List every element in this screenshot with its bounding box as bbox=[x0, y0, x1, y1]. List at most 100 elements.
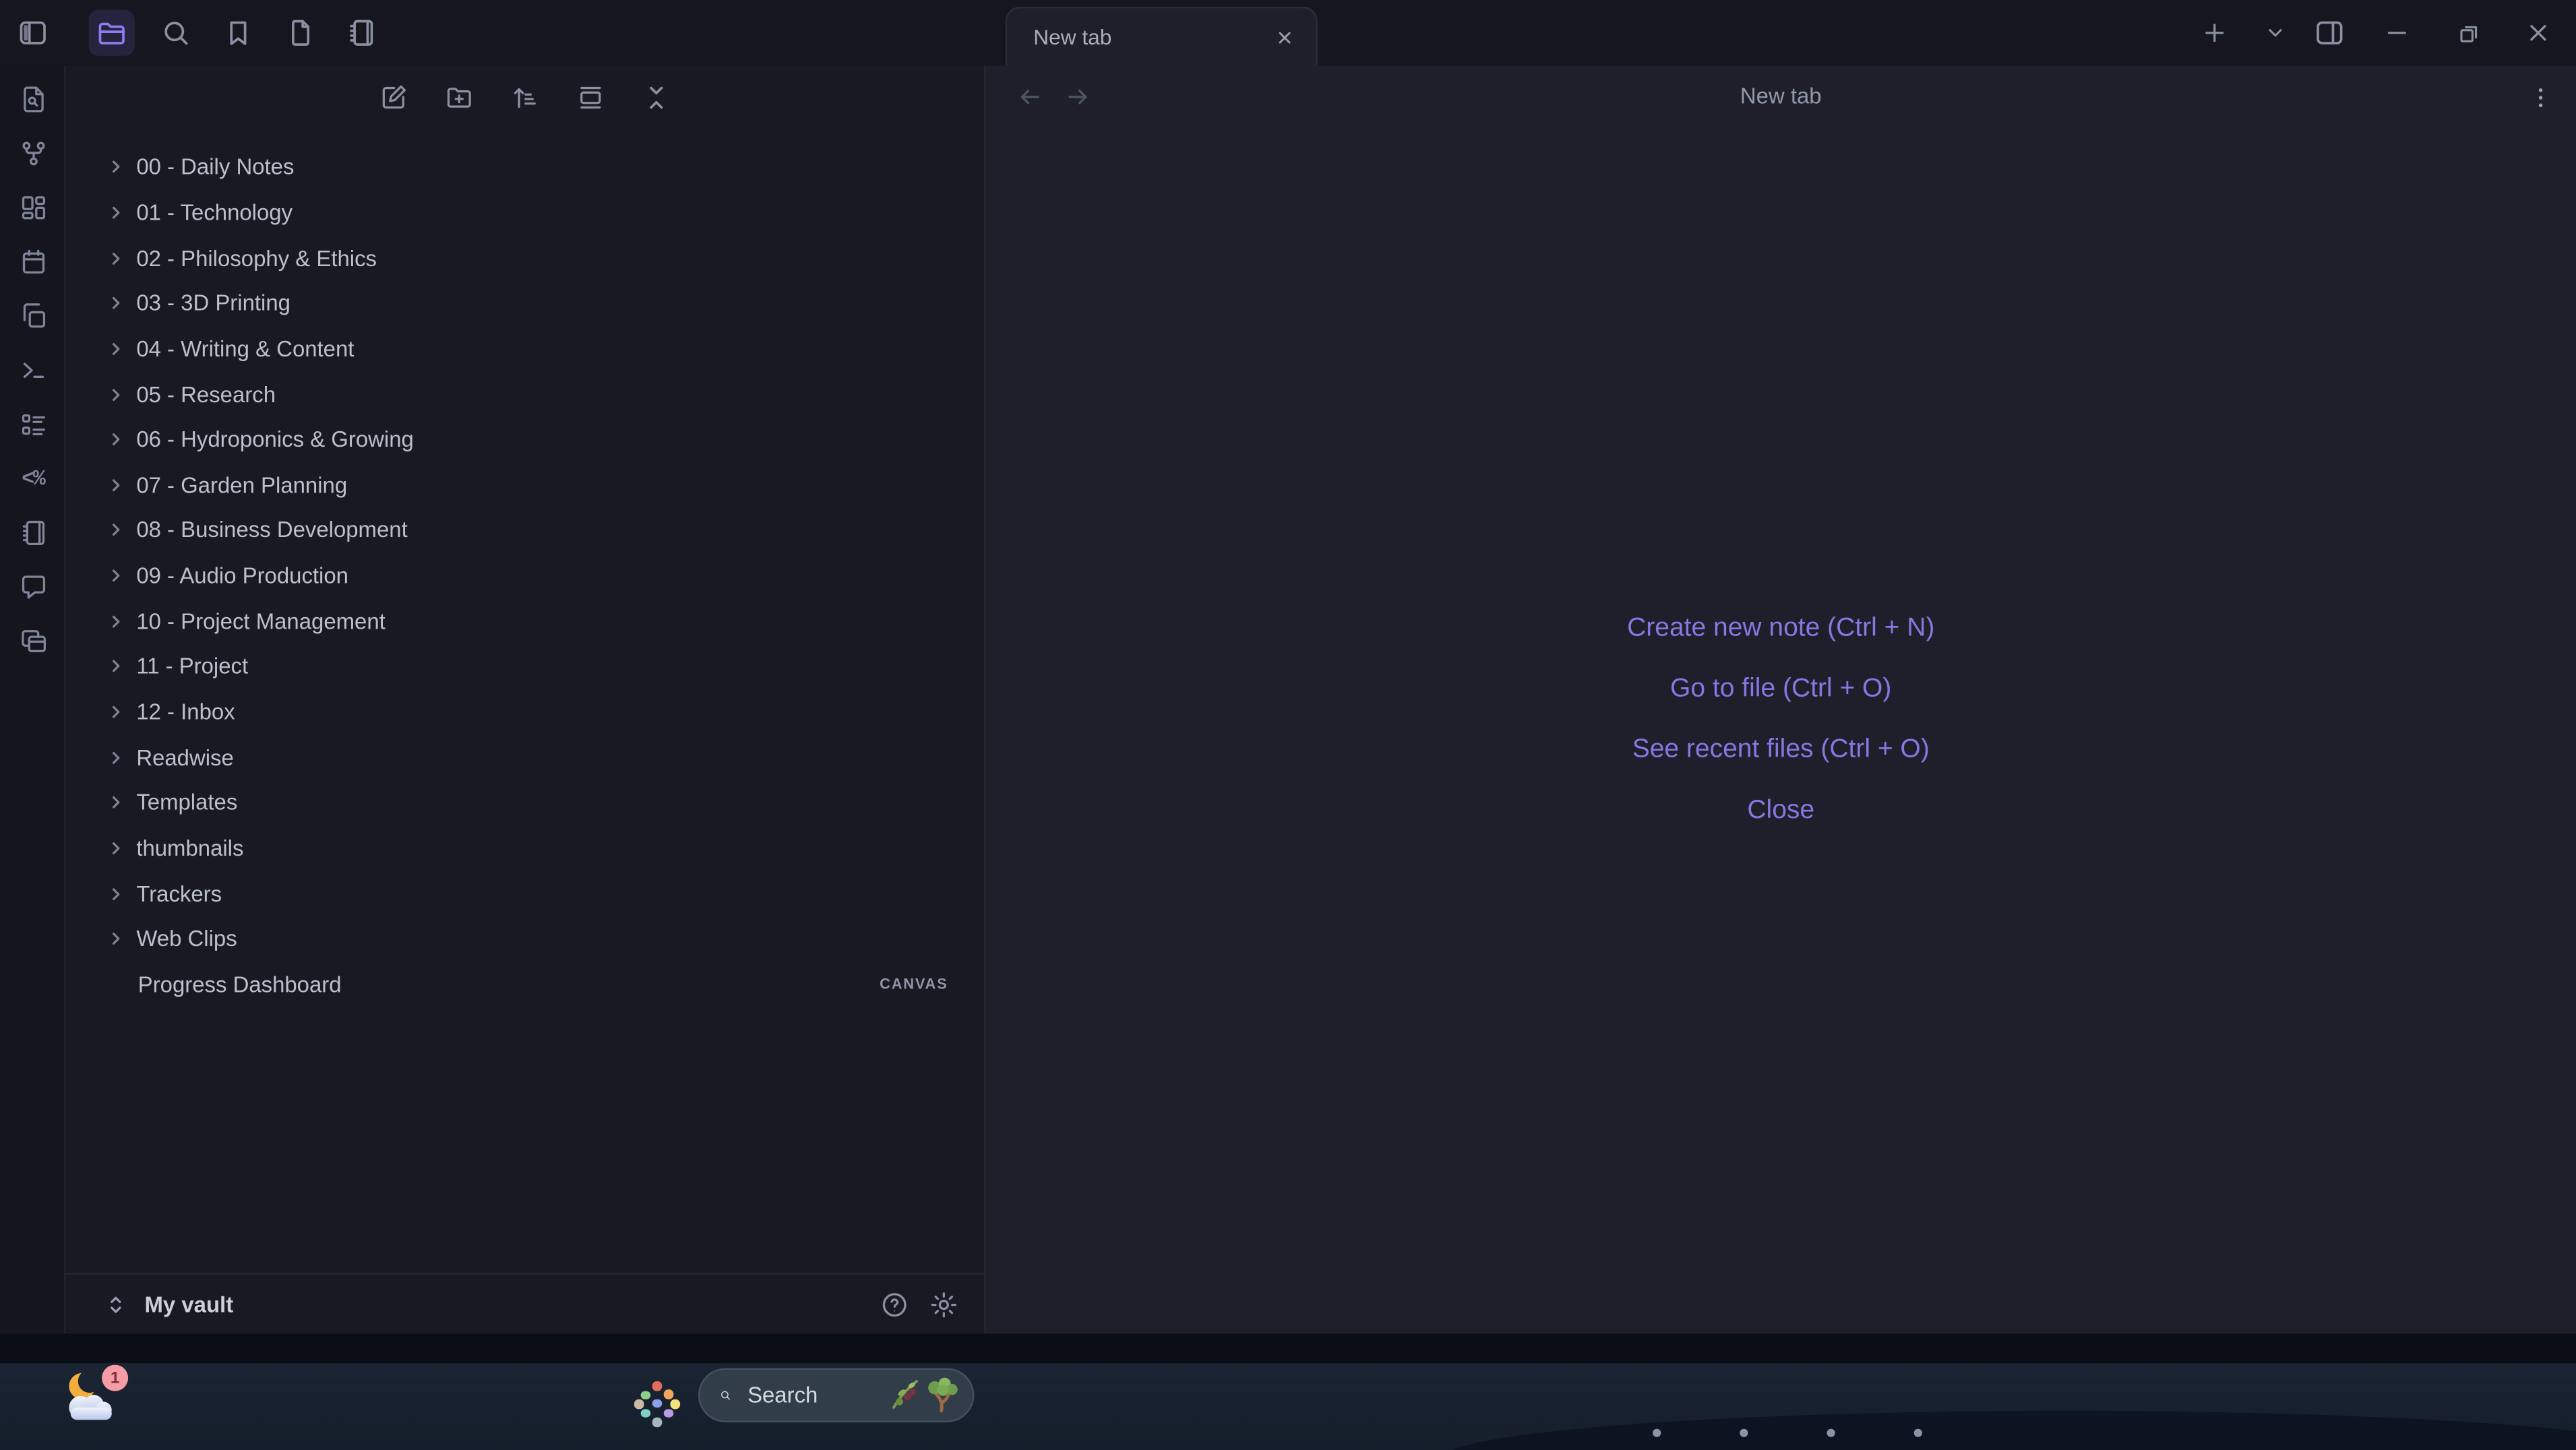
navigate-back-button[interactable] bbox=[1007, 74, 1053, 120]
folder-item[interactable]: Templates bbox=[66, 780, 985, 825]
start-dot bbox=[634, 1399, 643, 1408]
taskbar-search[interactable] bbox=[698, 1367, 975, 1421]
ribbon-comment-button[interactable] bbox=[10, 563, 56, 609]
search-input[interactable] bbox=[744, 1381, 889, 1408]
start-dot bbox=[671, 1399, 679, 1408]
sidebar-tab-bookmarks[interactable] bbox=[215, 10, 261, 56]
folder-label: 00 - Daily Notes bbox=[136, 155, 294, 180]
folder-item[interactable]: 10 - Project Management bbox=[66, 598, 985, 643]
folder-label: 07 - Garden Planning bbox=[136, 473, 347, 498]
change-view-button[interactable] bbox=[568, 75, 613, 120]
left-ribbon: <% bbox=[0, 66, 66, 1334]
ribbon-templater-button[interactable]: <% bbox=[10, 455, 56, 501]
ribbon-dashboard-button[interactable] bbox=[10, 184, 56, 230]
more-options-button[interactable] bbox=[2517, 74, 2563, 120]
go-to-file-link[interactable]: Go to file (Ctrl + O) bbox=[986, 658, 2576, 719]
folder-item[interactable]: 11 - Project bbox=[66, 644, 985, 689]
sidebar-tab-search[interactable] bbox=[153, 10, 199, 56]
tab-close-button[interactable] bbox=[1266, 19, 1303, 55]
tree-icon bbox=[925, 1377, 959, 1413]
start-dot bbox=[641, 1408, 650, 1417]
folder-item[interactable]: 05 - Research bbox=[66, 371, 985, 416]
ribbon-terminal-button[interactable] bbox=[10, 346, 56, 392]
folder-label: 03 - 3D Printing bbox=[136, 291, 290, 316]
start-dot bbox=[641, 1390, 650, 1399]
help-button[interactable] bbox=[872, 1283, 915, 1325]
settings-button[interactable] bbox=[921, 1283, 964, 1325]
obsidian-window: New tab bbox=[0, 0, 2576, 1333]
ribbon-window-copy-button[interactable] bbox=[10, 618, 56, 664]
right-sidebar-toggle-button[interactable] bbox=[2306, 10, 2352, 56]
folder-item[interactable]: 12 - Inbox bbox=[66, 689, 985, 734]
folder-label: 08 - Business Development bbox=[136, 518, 407, 543]
navigate-forward-button[interactable] bbox=[1055, 74, 1101, 120]
chevron-right-icon bbox=[105, 292, 127, 314]
tab-list-button[interactable] bbox=[2252, 10, 2298, 56]
chevrons-up-down-icon bbox=[102, 1290, 129, 1318]
canvas-badge: CANVAS bbox=[880, 976, 968, 992]
canvas-file-item[interactable]: Progress Dashboard CANVAS bbox=[66, 962, 985, 1007]
left-sidebar-toggle-button[interactable] bbox=[10, 10, 56, 56]
file-explorer-panel: 00 - Daily Notes 01 - Technology 02 - Ph… bbox=[66, 66, 986, 1334]
square-pen-icon bbox=[378, 82, 409, 113]
folder-item[interactable]: 04 - Writing & Content bbox=[66, 326, 985, 371]
sidebar-tab-file[interactable] bbox=[278, 10, 324, 56]
minimize-button[interactable] bbox=[2374, 10, 2420, 56]
new-folder-button[interactable] bbox=[437, 75, 481, 120]
folder-item[interactable]: 00 - Daily Notes bbox=[66, 145, 985, 190]
folder-item[interactable]: 03 - 3D Printing bbox=[66, 281, 985, 326]
ribbon-file-search-button[interactable] bbox=[10, 75, 56, 121]
collapse-all-button[interactable] bbox=[634, 75, 679, 120]
new-tab-button[interactable] bbox=[2192, 10, 2238, 56]
close-icon bbox=[2523, 18, 2553, 48]
sort-asc-icon bbox=[510, 82, 541, 113]
ribbon-notebook-button[interactable] bbox=[10, 509, 56, 555]
empty-state-actions: Create new note (Ctrl + N) Go to file (C… bbox=[986, 598, 2576, 841]
olive-branch-icon bbox=[889, 1377, 922, 1413]
folder-item[interactable]: thumbnails bbox=[66, 825, 985, 871]
workspace-tab[interactable]: New tab bbox=[1006, 7, 1318, 66]
sidebar-tab-files[interactable] bbox=[89, 10, 135, 56]
ribbon-copy-files-button[interactable] bbox=[10, 292, 56, 338]
folder-item[interactable]: 08 - Business Development bbox=[66, 507, 985, 553]
panel-right-icon bbox=[2313, 16, 2346, 49]
folder-item[interactable]: Trackers bbox=[66, 871, 985, 916]
chevron-right-icon bbox=[105, 565, 127, 587]
sidebar-tab-notebook[interactable] bbox=[338, 10, 384, 56]
folder-item[interactable]: 06 - Hydroponics & Growing bbox=[66, 417, 985, 462]
terminal-icon bbox=[18, 354, 49, 385]
start-button[interactable] bbox=[634, 1381, 680, 1427]
folder-item[interactable]: 01 - Technology bbox=[66, 190, 985, 235]
start-dot bbox=[652, 1381, 661, 1390]
folder-item[interactable]: 02 - Philosophy & Ethics bbox=[66, 235, 985, 280]
folder-item[interactable]: Web Clips bbox=[66, 916, 985, 962]
folder-item[interactable]: 09 - Audio Production bbox=[66, 553, 985, 598]
code-percent-icon: <% bbox=[22, 466, 44, 491]
restore-button[interactable] bbox=[2445, 10, 2490, 56]
ribbon-list-details-button[interactable] bbox=[10, 401, 56, 447]
chevron-right-icon bbox=[105, 474, 127, 496]
close-link[interactable]: Close bbox=[986, 780, 2576, 841]
folder-item[interactable]: Readwise bbox=[66, 734, 985, 780]
create-new-note-link[interactable]: Create new note (Ctrl + N) bbox=[986, 598, 2576, 658]
folder-label: Readwise bbox=[136, 745, 233, 770]
copy-icon bbox=[18, 300, 49, 331]
ribbon-graph-button[interactable] bbox=[10, 130, 56, 176]
main-pane: New tab Create new note (Ctrl + N) Go to… bbox=[986, 66, 2576, 1334]
folder-tree: 00 - Daily Notes 01 - Technology 02 - Ph… bbox=[66, 145, 985, 1007]
weather-widget[interactable]: 1 bbox=[59, 1368, 131, 1440]
vault-name[interactable]: My vault bbox=[145, 1292, 866, 1317]
window-close-button[interactable] bbox=[2515, 10, 2561, 56]
folder-item[interactable]: 07 - Garden Planning bbox=[66, 462, 985, 507]
sort-order-button[interactable] bbox=[503, 75, 547, 120]
folder-label: Web Clips bbox=[136, 926, 237, 951]
folder-label: 04 - Writing & Content bbox=[136, 336, 354, 361]
folder-label: Templates bbox=[136, 790, 237, 815]
see-recent-files-link[interactable]: See recent files (Ctrl + O) bbox=[986, 720, 2576, 780]
new-note-button[interactable] bbox=[371, 75, 416, 120]
kebab-menu-icon bbox=[2526, 83, 2554, 111]
notification-badge: 1 bbox=[102, 1365, 128, 1391]
ribbon-calendar-button[interactable] bbox=[10, 238, 56, 284]
start-dot bbox=[652, 1399, 661, 1408]
start-dot bbox=[652, 1418, 661, 1426]
